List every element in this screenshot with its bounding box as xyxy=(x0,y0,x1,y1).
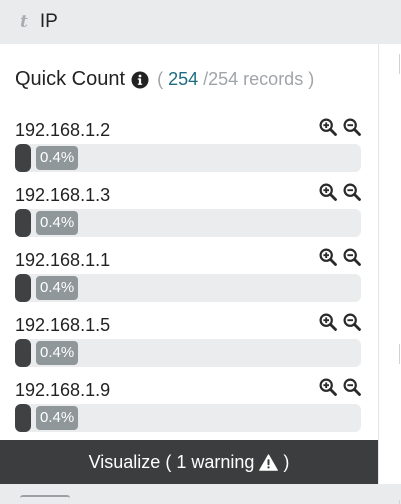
zoom-in-icon[interactable] xyxy=(319,313,337,331)
percentage-bar: 0.4% xyxy=(15,274,361,302)
value-item[interactable]: 192.168.1.9 0.4% xyxy=(15,378,361,442)
visualize-label: Visualize ( 1 warning xyxy=(88,451,255,472)
percentage-bar: 0.4% xyxy=(15,144,361,172)
percentage-bar-fill xyxy=(15,209,31,237)
percentage-label: 0.4% xyxy=(36,276,79,300)
quick-count-title: Quick Count xyxy=(15,68,126,90)
zoom-out-icon[interactable] xyxy=(343,378,361,396)
value-item[interactable]: 192.168.1.3 0.4% xyxy=(15,183,361,247)
quick-count-header: Quick Count ( 254 /254 records ) xyxy=(15,68,314,91)
value-label: 192.168.1.5 xyxy=(15,315,111,335)
record-count-value: 254 xyxy=(168,69,199,89)
record-count-total: /254 records ) xyxy=(203,69,315,89)
adjacent-divider xyxy=(399,344,400,364)
value-item[interactable]: 192.168.1.2 0.4% xyxy=(15,118,361,182)
field-name: IP xyxy=(39,11,58,32)
item-actions xyxy=(319,183,361,201)
percentage-bar: 0.4% xyxy=(15,339,361,367)
percentage-bar: 0.4% xyxy=(15,404,361,432)
value-item[interactable]: 192.168.1.1 0.4% xyxy=(15,248,361,312)
percentage-bar-fill xyxy=(15,144,31,172)
zoom-out-icon[interactable] xyxy=(343,183,361,201)
zoom-in-icon[interactable] xyxy=(319,378,337,396)
warning-triangle-icon xyxy=(259,453,279,471)
value-item[interactable]: 192.168.1.5 0.4% xyxy=(15,313,361,377)
value-label: 192.168.1.3 xyxy=(15,185,111,205)
percentage-label: 0.4% xyxy=(36,341,79,365)
zoom-out-icon[interactable] xyxy=(343,118,361,136)
item-actions xyxy=(319,313,361,331)
value-label: 192.168.1.2 xyxy=(15,120,111,140)
zoom-in-icon[interactable] xyxy=(319,183,337,201)
percentage-bar-fill xyxy=(15,339,31,367)
next-field-header xyxy=(0,484,401,500)
zoom-in-icon[interactable] xyxy=(319,248,337,266)
record-count-open-paren: ( xyxy=(157,69,164,89)
zoom-out-icon[interactable] xyxy=(343,248,361,266)
item-actions xyxy=(319,248,361,266)
text-type-icon: t xyxy=(20,12,28,32)
next-field-peek xyxy=(20,495,70,502)
adjacent-divider xyxy=(399,54,400,74)
record-count: ( 254 /254 records ) xyxy=(157,69,314,90)
zoom-in-icon[interactable] xyxy=(319,118,337,136)
field-header[interactable]: t IP xyxy=(0,0,401,44)
percentage-bar-fill xyxy=(15,274,31,302)
info-circle-icon[interactable] xyxy=(131,71,149,89)
percentage-bar-fill xyxy=(15,404,31,432)
visualize-label-close: ) xyxy=(283,451,290,472)
percentage-label: 0.4% xyxy=(36,406,79,430)
quick-count-panel: Quick Count ( 254 /254 records ) 192.168… xyxy=(0,44,378,440)
item-actions xyxy=(319,118,361,136)
value-label: 192.168.1.1 xyxy=(15,250,111,270)
value-label: 192.168.1.9 xyxy=(15,380,111,400)
percentage-label: 0.4% xyxy=(36,211,79,235)
item-actions xyxy=(319,378,361,396)
visualize-button[interactable]: Visualize ( 1 warning ) xyxy=(0,440,378,484)
percentage-label: 0.4% xyxy=(36,146,79,170)
zoom-out-icon[interactable] xyxy=(343,313,361,331)
percentage-bar: 0.4% xyxy=(15,209,361,237)
adjacent-panel-edge xyxy=(378,44,401,504)
